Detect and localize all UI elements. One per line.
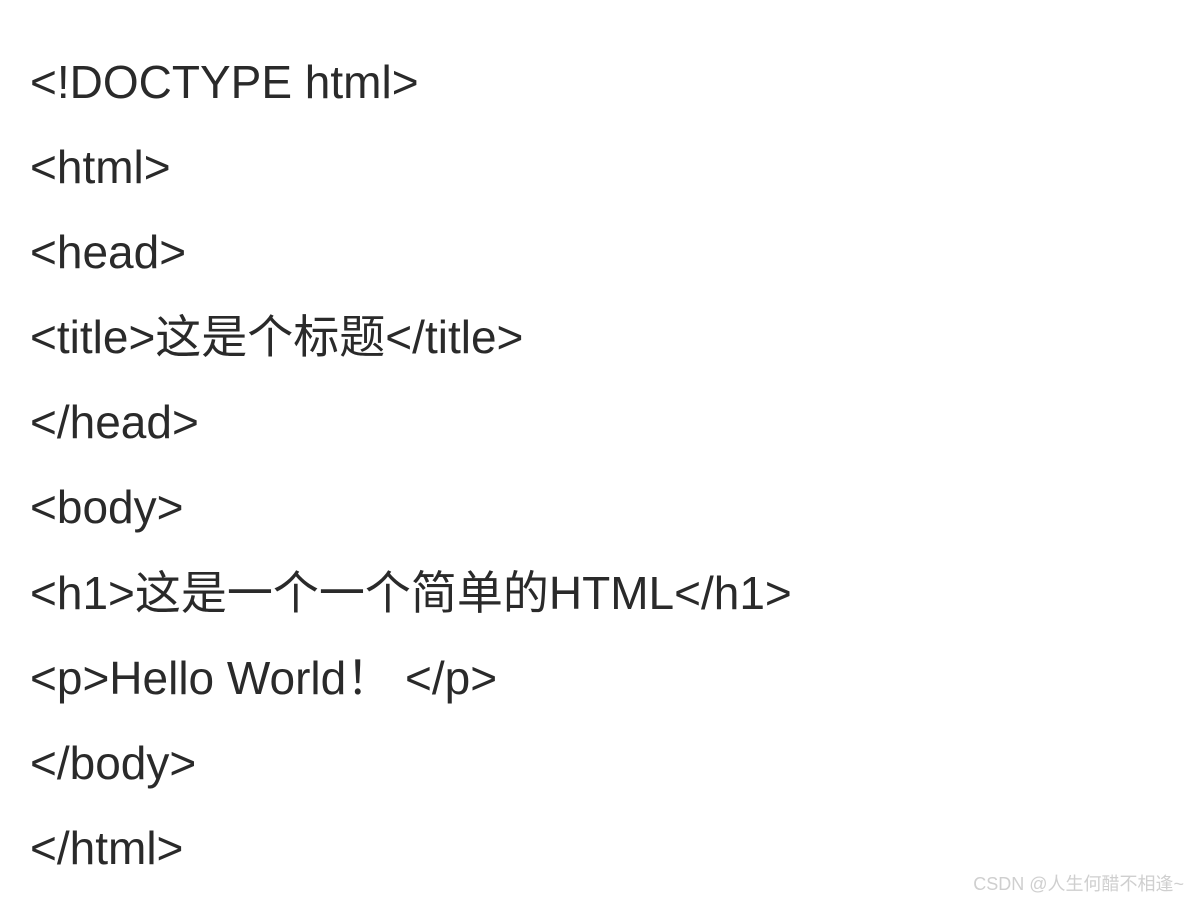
code-line-3: <head> [30,210,1184,295]
code-line-9: </body> [30,721,1184,806]
code-line-5: </head> [30,380,1184,465]
code-line-8: <p>Hello World！ </p> [30,636,1184,721]
code-line-7: <h1>这是一个一个简单的HTML</h1> [30,551,1184,636]
code-line-4: <title>这是个标题</title> [30,295,1184,380]
code-line-2: <html> [30,125,1184,210]
watermark-text: CSDN @人生何醋不相逢~ [973,870,1184,896]
code-line-1: <!DOCTYPE html> [30,40,1184,125]
code-snippet: <!DOCTYPE html> <html> <head> <title>这是个… [0,0,1204,911]
code-line-6: <body> [30,465,1184,550]
